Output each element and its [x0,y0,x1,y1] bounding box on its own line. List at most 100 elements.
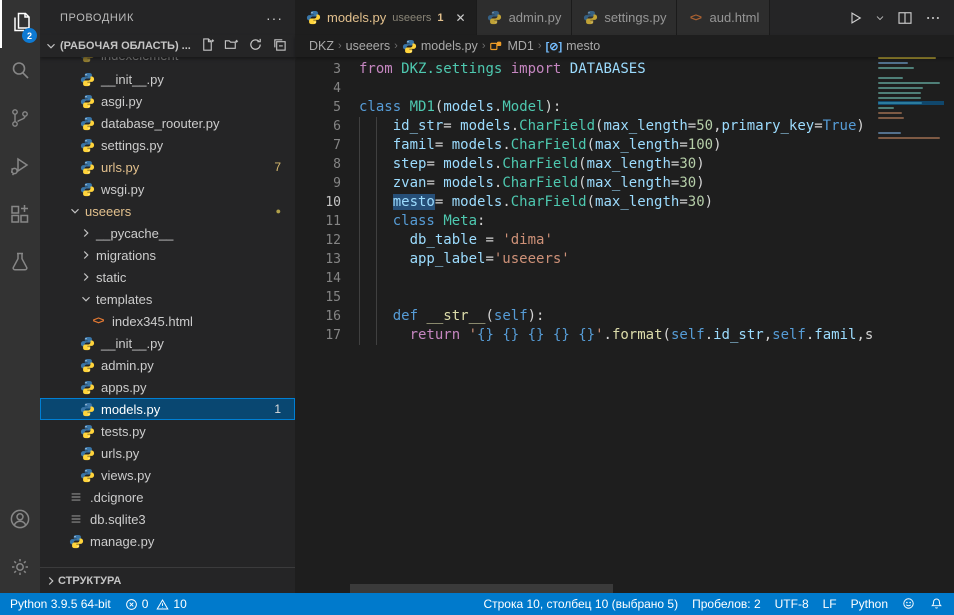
activity-item-source-control[interactable] [0,96,40,144]
activity-item-extensions[interactable] [0,192,40,240]
tree-item-models.py[interactable]: models.py1 [40,398,295,420]
close-icon[interactable]: ✕ [456,11,466,25]
tree-item-apps.py[interactable]: apps.py [40,376,295,398]
code-token: 100 [688,137,713,153]
activity-item-testing[interactable] [0,240,40,288]
activity-item-account[interactable] [0,497,40,545]
minimap-line [878,87,923,89]
python-file-icon [79,137,95,153]
tree-item-wsgi.py[interactable]: wsgi.py [40,178,295,200]
tree-item-.dcignore[interactable]: .dcignore [40,486,295,508]
indent-guide [376,117,377,345]
tree-item-urls.py[interactable]: urls.py7 [40,156,295,178]
indentation-indicator[interactable]: Пробелов: 2 [692,597,761,611]
horizontal-scrollbar[interactable] [350,584,613,593]
tree-item-asgi.py[interactable]: asgi.py [40,90,295,112]
tab-models.py[interactable]: models.pyuseeers1✕ [295,0,477,35]
explorer-title: ПРОВОДНИК [60,12,134,24]
tree-item-views.py[interactable]: views.py [40,464,295,486]
error-icon [125,598,138,611]
feedback-icon[interactable] [902,597,916,611]
new-folder-icon[interactable] [224,37,239,55]
tree-item-index345.html[interactable]: <>index345.html [40,310,295,332]
tree-item-__init__.py[interactable]: __init__.py [40,68,295,90]
tree-item-static[interactable]: static [40,266,295,288]
code-text: from DKZ.settings import DATABASES [359,60,646,79]
tree-item-label: asgi.py [101,94,142,109]
clipped-item-inner: indexelement [40,57,178,63]
python-interpreter[interactable]: Python 3.9.5 64-bit [10,597,111,611]
encoding-indicator[interactable]: UTF-8 [775,597,809,611]
breadcrumb-item-DKZ[interactable]: DKZ [309,39,334,53]
tree-item-tests.py[interactable]: tests.py [40,420,295,442]
code-token: CharField [511,137,587,153]
gear-icon [8,555,32,584]
status-bar: Python 3.9.5 64-bit 010 Строка 10, столб… [0,593,954,615]
new-file-icon[interactable] [200,37,215,55]
tab-aud.html[interactable]: <>aud.html [677,0,770,35]
tree-item-label: templates [96,292,152,307]
code-token [359,327,410,343]
code-token: 30 [679,175,696,191]
tab-admin.py[interactable]: admin.py [477,0,573,35]
python-file-icon [79,445,95,461]
tab-bar: models.pyuseeers1✕admin.pysettings.py<>a… [295,0,954,35]
tree-item-manage.py[interactable]: manage.py [40,530,295,552]
code-token: models [460,118,511,134]
breadcrumb-item-models.py[interactable]: models.py [402,39,478,54]
activity-item-explorer[interactable]: 2 [0,0,40,48]
workspace-section-header[interactable]: (РАБОЧАЯ ОБЛАСТЬ) ... [40,35,295,57]
tree-item-migrations[interactable]: migrations [40,244,295,266]
search-icon [8,58,32,87]
tree-item-settings.py[interactable]: settings.py [40,134,295,156]
collapse-folders-icon[interactable] [272,37,287,55]
problems-indicator[interactable]: 010 [125,597,187,611]
cursor-position[interactable]: Строка 10, столбец 10 (выбрано 5) [483,597,678,611]
overview-ruler[interactable] [944,35,954,593]
code-line-14: 14 [295,269,878,288]
language-mode[interactable]: Python [851,597,888,611]
refresh-explorer-icon[interactable] [248,37,263,55]
split-editor-icon[interactable] [896,9,914,27]
code-token: Model [502,99,544,115]
tree-item-__init__.py[interactable]: __init__.py [40,332,295,354]
activity-item-run-debug[interactable] [0,144,40,192]
line-number: 17 [295,326,341,345]
tree-item-admin.py[interactable]: admin.py [40,354,295,376]
tree-item-templates[interactable]: templates [40,288,295,310]
tree-item-urls.py[interactable]: urls.py [40,442,295,464]
run-icon[interactable] [846,9,864,27]
line-number: 14 [295,269,341,288]
tree-item-indexelement[interactable]: indexelement [40,57,295,68]
chevron-right-icon [44,574,58,588]
breadcrumb-item-useeers[interactable]: useeers [346,39,390,53]
minimap[interactable] [878,57,944,593]
code-token [460,327,468,343]
run-options-chevron-icon[interactable] [874,12,886,24]
more-actions-icon[interactable] [924,9,942,27]
activity-item-settings[interactable] [0,545,40,593]
code-editor[interactable]: 3from DKZ.settings import DATABASES45cla… [295,57,878,593]
tree-item-__pycache__[interactable]: __pycache__ [40,222,295,244]
tree-item-label: manage.py [90,534,154,549]
breadcrumb-item-MD1[interactable]: MD1 [489,39,533,53]
tree-item-useeers[interactable]: useeers● [40,200,295,222]
tree-item-db.sqlite3[interactable]: db.sqlite3 [40,508,295,530]
code-token: return [410,327,461,343]
tree-item-database_roouter.py[interactable]: database_roouter.py [40,112,295,134]
activity-item-search[interactable] [0,48,40,96]
code-token: {} [477,327,494,343]
notifications-bell-icon[interactable] [930,597,944,611]
python-file-icon [79,467,95,483]
chevron-right-icon [79,270,93,284]
eol-indicator[interactable]: LF [823,597,837,611]
outline-section-header[interactable]: СТРУКТУРА [40,567,295,593]
code-token: def [393,308,418,324]
code-token: ( [587,194,595,210]
breadcrumb-item-mesto[interactable]: [⊘]mesto [546,39,601,53]
code-token: 50 [696,118,713,134]
tree-item-label: .dcignore [90,490,143,505]
code-line-6: 6 id_str= models.CharField(max_length=50… [295,117,878,136]
tab-settings.py[interactable]: settings.py [572,0,677,35]
explorer-more-icon[interactable]: ··· [266,10,283,26]
